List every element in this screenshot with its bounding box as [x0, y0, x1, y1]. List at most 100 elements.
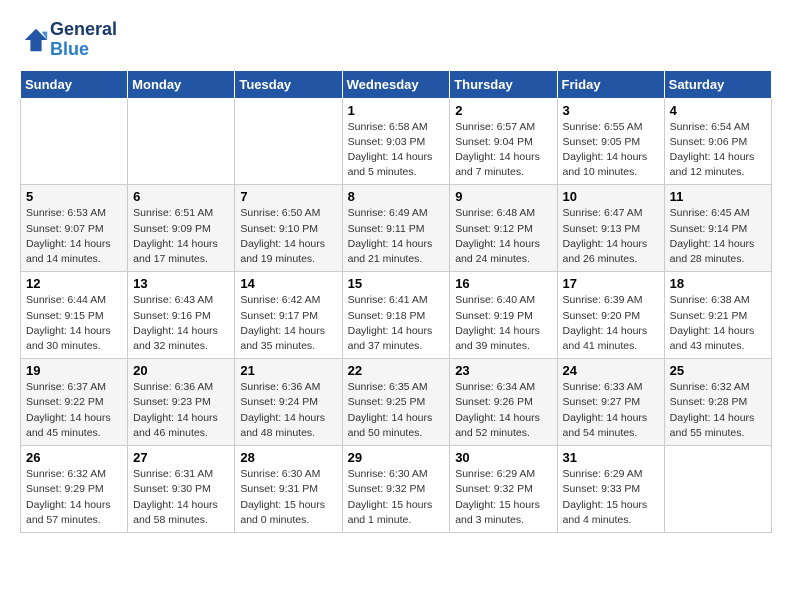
calendar-cell — [235, 98, 342, 185]
day-number: 23 — [455, 363, 551, 378]
weekday-header-sunday: Sunday — [21, 70, 128, 98]
day-number: 17 — [563, 276, 659, 291]
day-number: 6 — [133, 189, 229, 204]
day-number: 20 — [133, 363, 229, 378]
day-info: Sunrise: 6:31 AM Sunset: 9:30 PM Dayligh… — [133, 467, 229, 528]
day-info: Sunrise: 6:42 AM Sunset: 9:17 PM Dayligh… — [240, 293, 336, 354]
day-info: Sunrise: 6:35 AM Sunset: 9:25 PM Dayligh… — [348, 380, 445, 441]
calendar-cell: 31Sunrise: 6:29 AM Sunset: 9:33 PM Dayli… — [557, 446, 664, 533]
calendar-cell: 11 Sunrise: 6:45 AM Sunset: 9:14 PM Dayli… — [664, 185, 771, 272]
day-info: Sunrise: 6:30 AM Sunset: 9:32 PM Dayligh… — [348, 467, 445, 528]
day-info: Sunrise: 6:40 AM Sunset: 9:19 PM Dayligh… — [455, 293, 551, 354]
day-info: Sunrise: 6:30 AM Sunset: 9:31 PM Dayligh… — [240, 467, 336, 528]
calendar-cell: 20 Sunrise: 6:36 AM Sunset: 9:23 PM Dayli… — [128, 359, 235, 446]
day-info: Sunrise: 6:57 AM Sunset: 9:04 PM Dayligh… — [455, 120, 551, 181]
day-info: Sunrise: 6:39 AM Sunset: 9:20 PM Dayligh… — [563, 293, 659, 354]
calendar-cell: 25Sunrise: 6:32 AM Sunset: 9:28 PM Dayli… — [664, 359, 771, 446]
calendar-cell: 2Sunrise: 6:57 AM Sunset: 9:04 PM Daylig… — [450, 98, 557, 185]
calendar-cell: 18 Sunrise: 6:38 AM Sunset: 9:21 PM Dayli… — [664, 272, 771, 359]
calendar-cell: 19Sunrise: 6:37 AM Sunset: 9:22 PM Dayli… — [21, 359, 128, 446]
calendar-week-1: 1Sunrise: 6:58 AM Sunset: 9:03 PM Daylig… — [21, 98, 772, 185]
day-info: Sunrise: 6:51 AM Sunset: 9:09 PM Dayligh… — [133, 206, 229, 267]
calendar-cell: 29 Sunrise: 6:30 AM Sunset: 9:32 PM Dayli… — [342, 446, 450, 533]
calendar-cell: 5 Sunrise: 6:53 AM Sunset: 9:07 PM Daylig… — [21, 185, 128, 272]
day-number: 19 — [26, 363, 122, 378]
calendar-table: SundayMondayTuesdayWednesdayThursdayFrid… — [20, 70, 772, 533]
calendar-cell: 1Sunrise: 6:58 AM Sunset: 9:03 PM Daylig… — [342, 98, 450, 185]
weekday-header-monday: Monday — [128, 70, 235, 98]
weekday-header-wednesday: Wednesday — [342, 70, 450, 98]
calendar-cell: 12 Sunrise: 6:44 AM Sunset: 9:15 PM Dayli… — [21, 272, 128, 359]
day-number: 21 — [240, 363, 336, 378]
day-number: 22 — [348, 363, 445, 378]
logo-text: General Blue — [50, 20, 117, 60]
calendar-cell: 26 Sunrise: 6:32 AM Sunset: 9:29 PM Dayli… — [21, 446, 128, 533]
calendar-cell: 14 Sunrise: 6:42 AM Sunset: 9:17 PM Dayli… — [235, 272, 342, 359]
day-info: Sunrise: 6:34 AM Sunset: 9:26 PM Dayligh… — [455, 380, 551, 441]
calendar-cell: 27 Sunrise: 6:31 AM Sunset: 9:30 PM Dayli… — [128, 446, 235, 533]
day-info: Sunrise: 6:45 AM Sunset: 9:14 PM Dayligh… — [670, 206, 766, 267]
day-number: 11 — [670, 189, 766, 204]
calendar-cell: 23 Sunrise: 6:34 AM Sunset: 9:26 PM Dayli… — [450, 359, 557, 446]
day-number: 27 — [133, 450, 229, 465]
page-header: General Blue — [20, 20, 772, 60]
calendar-cell: 3 Sunrise: 6:55 AM Sunset: 9:05 PM Daylig… — [557, 98, 664, 185]
calendar-header-row: SundayMondayTuesdayWednesdayThursdayFrid… — [21, 70, 772, 98]
logo-icon — [22, 26, 50, 54]
day-number: 28 — [240, 450, 336, 465]
day-info: Sunrise: 6:50 AM Sunset: 9:10 PM Dayligh… — [240, 206, 336, 267]
day-info: Sunrise: 6:53 AM Sunset: 9:07 PM Dayligh… — [26, 206, 122, 267]
day-number: 24 — [563, 363, 659, 378]
day-info: Sunrise: 6:43 AM Sunset: 9:16 PM Dayligh… — [133, 293, 229, 354]
day-info: Sunrise: 6:32 AM Sunset: 9:28 PM Dayligh… — [670, 380, 766, 441]
calendar-cell: 24 Sunrise: 6:33 AM Sunset: 9:27 PM Dayli… — [557, 359, 664, 446]
day-number: 31 — [563, 450, 659, 465]
day-info: Sunrise: 6:36 AM Sunset: 9:23 PM Dayligh… — [133, 380, 229, 441]
calendar-cell: 30Sunrise: 6:29 AM Sunset: 9:32 PM Dayli… — [450, 446, 557, 533]
day-number: 4 — [670, 103, 766, 118]
calendar-cell: 4 Sunrise: 6:54 AM Sunset: 9:06 PM Daylig… — [664, 98, 771, 185]
calendar-cell: 13 Sunrise: 6:43 AM Sunset: 9:16 PM Dayli… — [128, 272, 235, 359]
day-number: 12 — [26, 276, 122, 291]
day-info: Sunrise: 6:32 AM Sunset: 9:29 PM Dayligh… — [26, 467, 122, 528]
day-info: Sunrise: 6:47 AM Sunset: 9:13 PM Dayligh… — [563, 206, 659, 267]
day-number: 29 — [348, 450, 445, 465]
weekday-header-tuesday: Tuesday — [235, 70, 342, 98]
day-info: Sunrise: 6:54 AM Sunset: 9:06 PM Dayligh… — [670, 120, 766, 181]
day-info: Sunrise: 6:55 AM Sunset: 9:05 PM Dayligh… — [563, 120, 659, 181]
calendar-cell: 6 Sunrise: 6:51 AM Sunset: 9:09 PM Daylig… — [128, 185, 235, 272]
day-info: Sunrise: 6:49 AM Sunset: 9:11 PM Dayligh… — [348, 206, 445, 267]
day-info: Sunrise: 6:48 AM Sunset: 9:12 PM Dayligh… — [455, 206, 551, 267]
calendar-week-3: 12 Sunrise: 6:44 AM Sunset: 9:15 PM Dayli… — [21, 272, 772, 359]
day-number: 26 — [26, 450, 122, 465]
day-info: Sunrise: 6:33 AM Sunset: 9:27 PM Dayligh… — [563, 380, 659, 441]
day-info: Sunrise: 6:58 AM Sunset: 9:03 PM Dayligh… — [348, 120, 445, 181]
calendar-week-2: 5 Sunrise: 6:53 AM Sunset: 9:07 PM Daylig… — [21, 185, 772, 272]
calendar-cell: 22 Sunrise: 6:35 AM Sunset: 9:25 PM Dayli… — [342, 359, 450, 446]
day-info: Sunrise: 6:29 AM Sunset: 9:32 PM Dayligh… — [455, 467, 551, 528]
calendar-cell — [128, 98, 235, 185]
calendar-cell: 16Sunrise: 6:40 AM Sunset: 9:19 PM Dayli… — [450, 272, 557, 359]
calendar-cell: 9 Sunrise: 6:48 AM Sunset: 9:12 PM Daylig… — [450, 185, 557, 272]
calendar-cell: 17 Sunrise: 6:39 AM Sunset: 9:20 PM Dayli… — [557, 272, 664, 359]
day-number: 9 — [455, 189, 551, 204]
day-number: 15 — [348, 276, 445, 291]
calendar-week-5: 26 Sunrise: 6:32 AM Sunset: 9:29 PM Dayli… — [21, 446, 772, 533]
day-info: Sunrise: 6:44 AM Sunset: 9:15 PM Dayligh… — [26, 293, 122, 354]
calendar-cell: 28 Sunrise: 6:30 AM Sunset: 9:31 PM Dayli… — [235, 446, 342, 533]
calendar-cell: 10 Sunrise: 6:47 AM Sunset: 9:13 PM Dayli… — [557, 185, 664, 272]
day-info: Sunrise: 6:38 AM Sunset: 9:21 PM Dayligh… — [670, 293, 766, 354]
day-number: 10 — [563, 189, 659, 204]
calendar-cell: 15 Sunrise: 6:41 AM Sunset: 9:18 PM Dayli… — [342, 272, 450, 359]
day-number: 3 — [563, 103, 659, 118]
day-number: 5 — [26, 189, 122, 204]
day-number: 18 — [670, 276, 766, 291]
day-info: Sunrise: 6:41 AM Sunset: 9:18 PM Dayligh… — [348, 293, 445, 354]
calendar-week-4: 19Sunrise: 6:37 AM Sunset: 9:22 PM Dayli… — [21, 359, 772, 446]
day-info: Sunrise: 6:36 AM Sunset: 9:24 PM Dayligh… — [240, 380, 336, 441]
day-number: 13 — [133, 276, 229, 291]
weekday-header-friday: Friday — [557, 70, 664, 98]
weekday-header-thursday: Thursday — [450, 70, 557, 98]
day-number: 14 — [240, 276, 336, 291]
weekday-header-saturday: Saturday — [664, 70, 771, 98]
